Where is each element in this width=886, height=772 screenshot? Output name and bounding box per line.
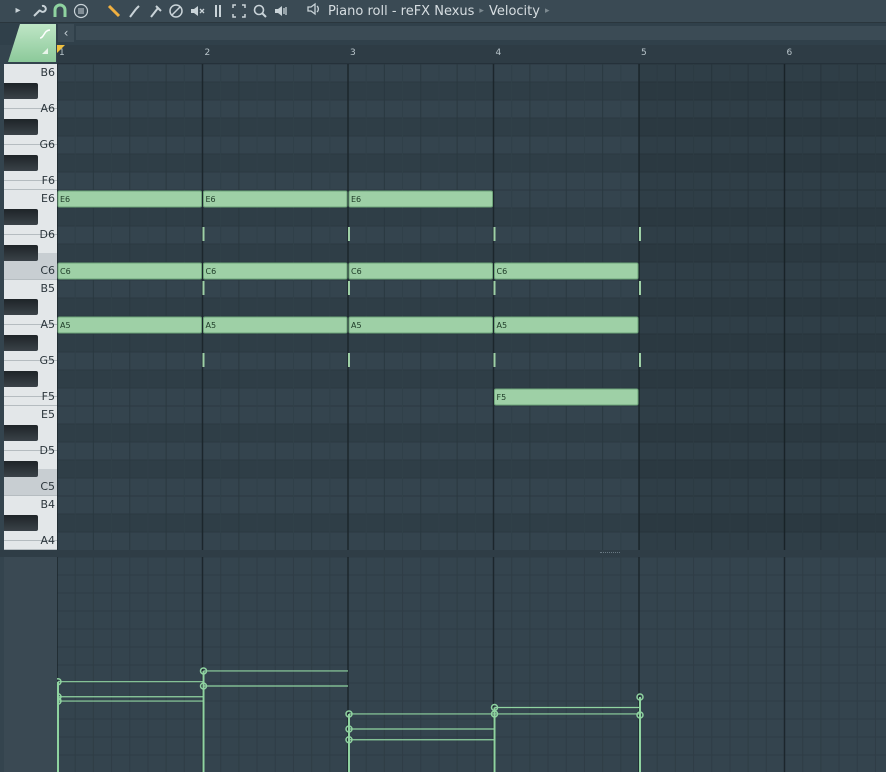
black-key[interactable] (4, 209, 38, 225)
black-key[interactable] (4, 155, 38, 171)
bar-number-label: 6 (786, 48, 793, 58)
piano-keyboard[interactable]: B6 A6 G6 F6 E6 D6 C6 B5 A5 G5 F5 E5 D5 C5 B4 A4 (4, 64, 57, 550)
note[interactable] (494, 262, 639, 280)
note-grid[interactable]: E6 E6 E6 C6 C6 C6 C6 A5 A5 A5 A5 F5 (57, 64, 886, 550)
key-label: C5 (40, 480, 55, 493)
key-label: B4 (40, 498, 55, 511)
timeline-ruler[interactable]: 123456 (57, 45, 886, 64)
key-label: F5 (41, 390, 55, 403)
note[interactable] (203, 316, 348, 334)
note[interactable] (57, 190, 202, 208)
key-label: E6 (41, 192, 55, 205)
note-label: E6 (60, 195, 70, 204)
magnet-icon[interactable] (51, 2, 69, 20)
bar-number-label: 3 (350, 48, 356, 58)
target-dropdown-icon[interactable]: ▸ (545, 6, 550, 16)
note[interactable] (494, 316, 639, 334)
note-label: F5 (497, 393, 507, 402)
note-grid-svg: E6 E6 E6 C6 C6 C6 C6 A5 A5 A5 A5 F5 (57, 64, 886, 550)
black-key[interactable] (4, 371, 38, 387)
note-label: C6 (497, 267, 508, 276)
black-key[interactable] (4, 515, 38, 531)
key-label: D5 (39, 444, 55, 457)
pencil-icon[interactable] (105, 2, 123, 20)
note-label: E6 (206, 195, 216, 204)
menu-arrow-icon[interactable]: ▸ (12, 2, 24, 20)
velocity-panel[interactable] (57, 557, 886, 772)
note-label: A5 (206, 321, 217, 330)
post-loop-shade (639, 64, 886, 550)
toolbar: ▸ Piano roll - reFX Nexus ▸ Velocity ▸ (0, 0, 886, 23)
key-label: C6 (40, 264, 55, 277)
key-label: D6 (39, 228, 55, 241)
key-label: G5 (39, 354, 55, 367)
mute-tool-icon[interactable] (167, 2, 185, 20)
note-label: E6 (351, 195, 361, 204)
note-label: C6 (60, 267, 71, 276)
speaker-icon[interactable] (306, 1, 322, 21)
key-label: B6 (40, 66, 55, 79)
note[interactable] (57, 316, 202, 334)
note[interactable] (348, 262, 493, 280)
scroll-left-arrow-icon[interactable]: ‹ (58, 24, 74, 42)
note[interactable] (203, 190, 348, 208)
note-label: A5 (60, 321, 71, 330)
select-icon[interactable] (230, 2, 248, 20)
breadcrumb-arrow-icon: ▸ (479, 6, 484, 16)
resize-handle-icon[interactable] (600, 552, 620, 555)
key-label: G6 (39, 138, 55, 151)
black-key[interactable] (4, 335, 38, 351)
key-label: A5 (40, 318, 55, 331)
black-key[interactable] (4, 245, 38, 261)
key-label: B5 (40, 282, 55, 295)
velocity-panel-svg (57, 557, 886, 772)
target-selector[interactable]: Velocity (489, 4, 540, 19)
playback-icon[interactable] (272, 2, 290, 20)
note[interactable] (348, 316, 493, 334)
bar-number-label: 5 (641, 48, 647, 58)
velocity-panel-gutter (4, 557, 57, 772)
note-label: A5 (497, 321, 508, 330)
note[interactable] (57, 262, 202, 280)
playhead-marker[interactable] (57, 45, 65, 53)
bar-number-label: 4 (495, 48, 502, 58)
key-label: F6 (41, 174, 55, 187)
horizontal-scrollbar[interactable] (76, 26, 886, 40)
key-label: A4 (40, 534, 55, 547)
mute-speaker-icon[interactable] (188, 2, 206, 20)
brush-icon[interactable] (125, 2, 143, 20)
bar-number-label: 2 (204, 48, 211, 58)
note-label: C6 (206, 267, 217, 276)
slice-icon[interactable] (209, 2, 227, 20)
black-key[interactable] (4, 461, 38, 477)
menu-list-icon[interactable] (72, 2, 90, 20)
delete-tool-icon[interactable] (146, 2, 164, 20)
key-label: E5 (41, 408, 55, 421)
black-key[interactable] (4, 83, 38, 99)
editor-separator[interactable] (0, 550, 886, 557)
note[interactable] (494, 388, 639, 406)
black-key[interactable] (4, 425, 38, 441)
note[interactable] (348, 190, 493, 208)
title-area: Piano roll - reFX Nexus ▸ Velocity ▸ (306, 2, 554, 20)
key-label: A6 (40, 102, 55, 115)
note-label: C6 (351, 267, 362, 276)
black-key[interactable] (4, 119, 38, 135)
wrench-icon[interactable] (30, 2, 48, 20)
note[interactable] (203, 262, 348, 280)
note-label: A5 (351, 321, 362, 330)
window-title: Piano roll - reFX Nexus (328, 3, 475, 19)
zoom-icon[interactable] (251, 2, 269, 20)
black-key[interactable] (4, 299, 38, 315)
